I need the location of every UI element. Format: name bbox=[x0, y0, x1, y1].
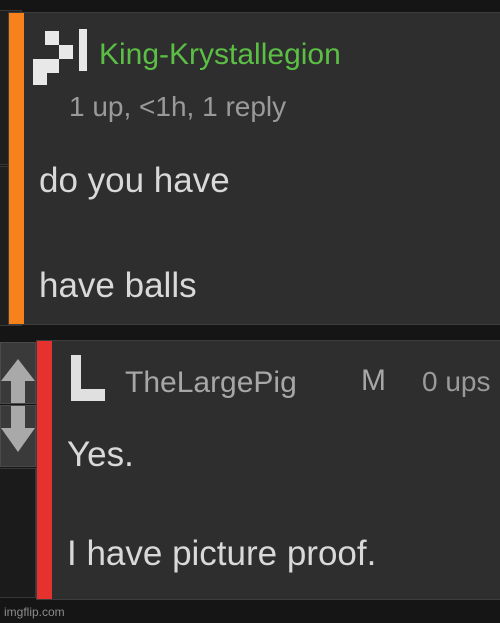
user-avatar-icon bbox=[71, 355, 105, 401]
downvote-button[interactable] bbox=[0, 405, 36, 467]
upvote-arrow-icon bbox=[1, 359, 35, 403]
comment-accent-bar bbox=[37, 341, 52, 599]
comment-card: TheLargePig M 0 ups Yes. I have picture … bbox=[36, 340, 500, 600]
comment-body-line: do you have bbox=[39, 161, 230, 200]
comment-meta: 0 ups bbox=[422, 366, 491, 397]
comment-body-line: I have picture proof. bbox=[67, 534, 377, 573]
left-gutter-bottom bbox=[0, 468, 36, 598]
watermark: imgflip.com bbox=[4, 605, 65, 619]
downvote-arrow-icon bbox=[1, 406, 35, 452]
comment-body-line: have balls bbox=[39, 266, 197, 305]
comment-meta: 1 up, <1h, 1 reply bbox=[69, 91, 287, 122]
comment-username[interactable]: King-Krystallegion bbox=[99, 40, 341, 70]
moderator-badge: M bbox=[361, 364, 386, 397]
comment-card: King-Krystallegion 1 up, <1h, 1 reply do… bbox=[8, 12, 500, 325]
upvote-button[interactable] bbox=[0, 342, 36, 404]
comment-body-line: Yes. bbox=[67, 435, 134, 474]
comment-username[interactable]: TheLargePig bbox=[125, 368, 297, 398]
comment-accent-bar bbox=[9, 13, 24, 324]
user-avatar-icon bbox=[33, 29, 87, 85]
